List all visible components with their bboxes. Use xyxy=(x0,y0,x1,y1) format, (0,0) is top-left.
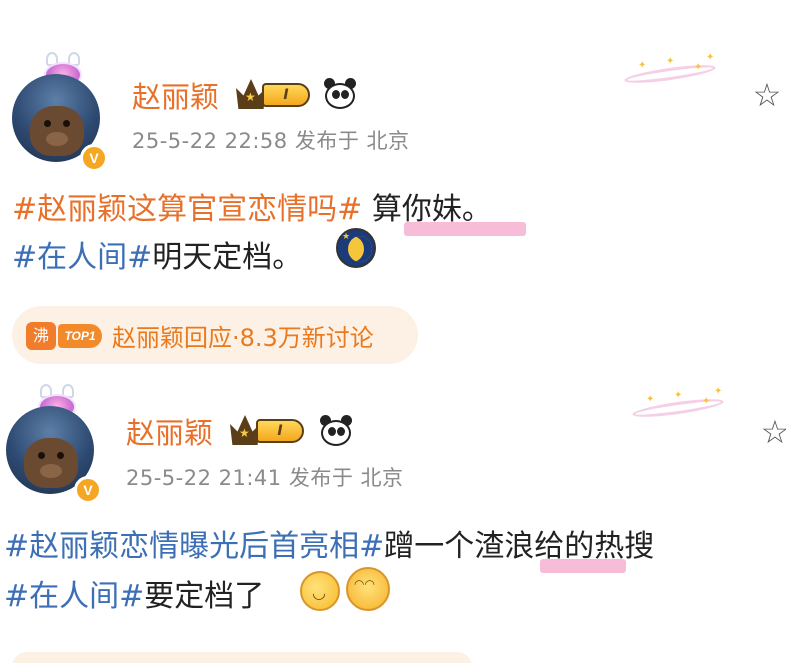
username[interactable]: 赵丽颖 xyxy=(126,410,213,452)
crown-level-icon[interactable]: I xyxy=(230,413,306,447)
post-text-line-1: #赵丽颖恋情曝光后首亮相#蹭一个渣浪给的热搜 xyxy=(4,521,654,565)
post-text: 要定档了 xyxy=(144,579,265,614)
star-outline-icon[interactable]: ☆ xyxy=(758,415,786,449)
topic-link[interactable]: #在人间# xyxy=(12,240,152,275)
hot-search-pill[interactable] xyxy=(12,652,472,663)
post-text: 蹭一个渣浪给的热搜 xyxy=(384,529,655,564)
location: 发布于 北京 xyxy=(288,466,404,490)
top-rank-badge: TOP1 xyxy=(58,324,102,348)
location: 发布于 北京 xyxy=(294,129,410,153)
topic-link[interactable]: #赵丽颖恋情曝光后首亮相# xyxy=(4,529,384,564)
post-meta: 25-5-22 21:41 发布于 北京 xyxy=(126,462,404,492)
hot-search-text[interactable]: 赵丽颖回应·8.3万新讨论 xyxy=(112,318,374,353)
panda-icon xyxy=(322,78,358,110)
weibo-post-2: V 赵丽颖 I 25-5-22 21:41 发布于 北京 ✦ ✦ ✦ ✦ ☆ #… xyxy=(0,375,786,663)
hot-boil-icon: 沸 xyxy=(26,322,56,350)
username[interactable]: 赵丽颖 xyxy=(132,74,219,116)
topic-link[interactable]: #赵丽颖这算官宣恋情吗# xyxy=(12,192,362,227)
post-text-line-2: #在人间#明天定档。 xyxy=(12,232,302,276)
post-text-line-1: #赵丽颖这算官宣恋情吗# 算你妹。 xyxy=(12,184,492,228)
topic-link[interactable]: #在人间# xyxy=(4,579,144,614)
sparkle-ring-icon: ✦ ✦ ✦ ✦ xyxy=(628,386,728,421)
laugh-emoji-icon xyxy=(300,571,340,611)
weibo-post-1: V 赵丽颖 I 25-5-22 22:58 发布于 北京 ✦ ✦ ✦ ✦ ☆ #… xyxy=(0,0,786,375)
level-label: I xyxy=(262,83,310,107)
post-text: 明天定档。 xyxy=(152,240,303,275)
timestamp: 25-5-22 22:58 xyxy=(132,129,288,153)
post-meta: 25-5-22 22:58 发布于 北京 xyxy=(132,125,410,155)
sparkle-ring-icon: ✦ ✦ ✦ ✦ xyxy=(620,52,720,87)
happy-emoji-icon xyxy=(346,567,390,611)
timestamp: 25-5-22 21:41 xyxy=(126,466,282,490)
moon-sleep-emoji-icon xyxy=(336,228,376,268)
crown-level-icon[interactable]: I xyxy=(236,77,312,111)
v-badge-icon: V xyxy=(80,144,108,172)
v-badge-icon: V xyxy=(74,476,102,504)
post-text: 算你妹。 xyxy=(362,192,492,227)
star-outline-icon[interactable]: ☆ xyxy=(750,78,784,112)
post-text-line-2: #在人间#要定档了 xyxy=(4,571,264,615)
panda-icon xyxy=(318,415,354,447)
level-label: I xyxy=(256,419,304,443)
